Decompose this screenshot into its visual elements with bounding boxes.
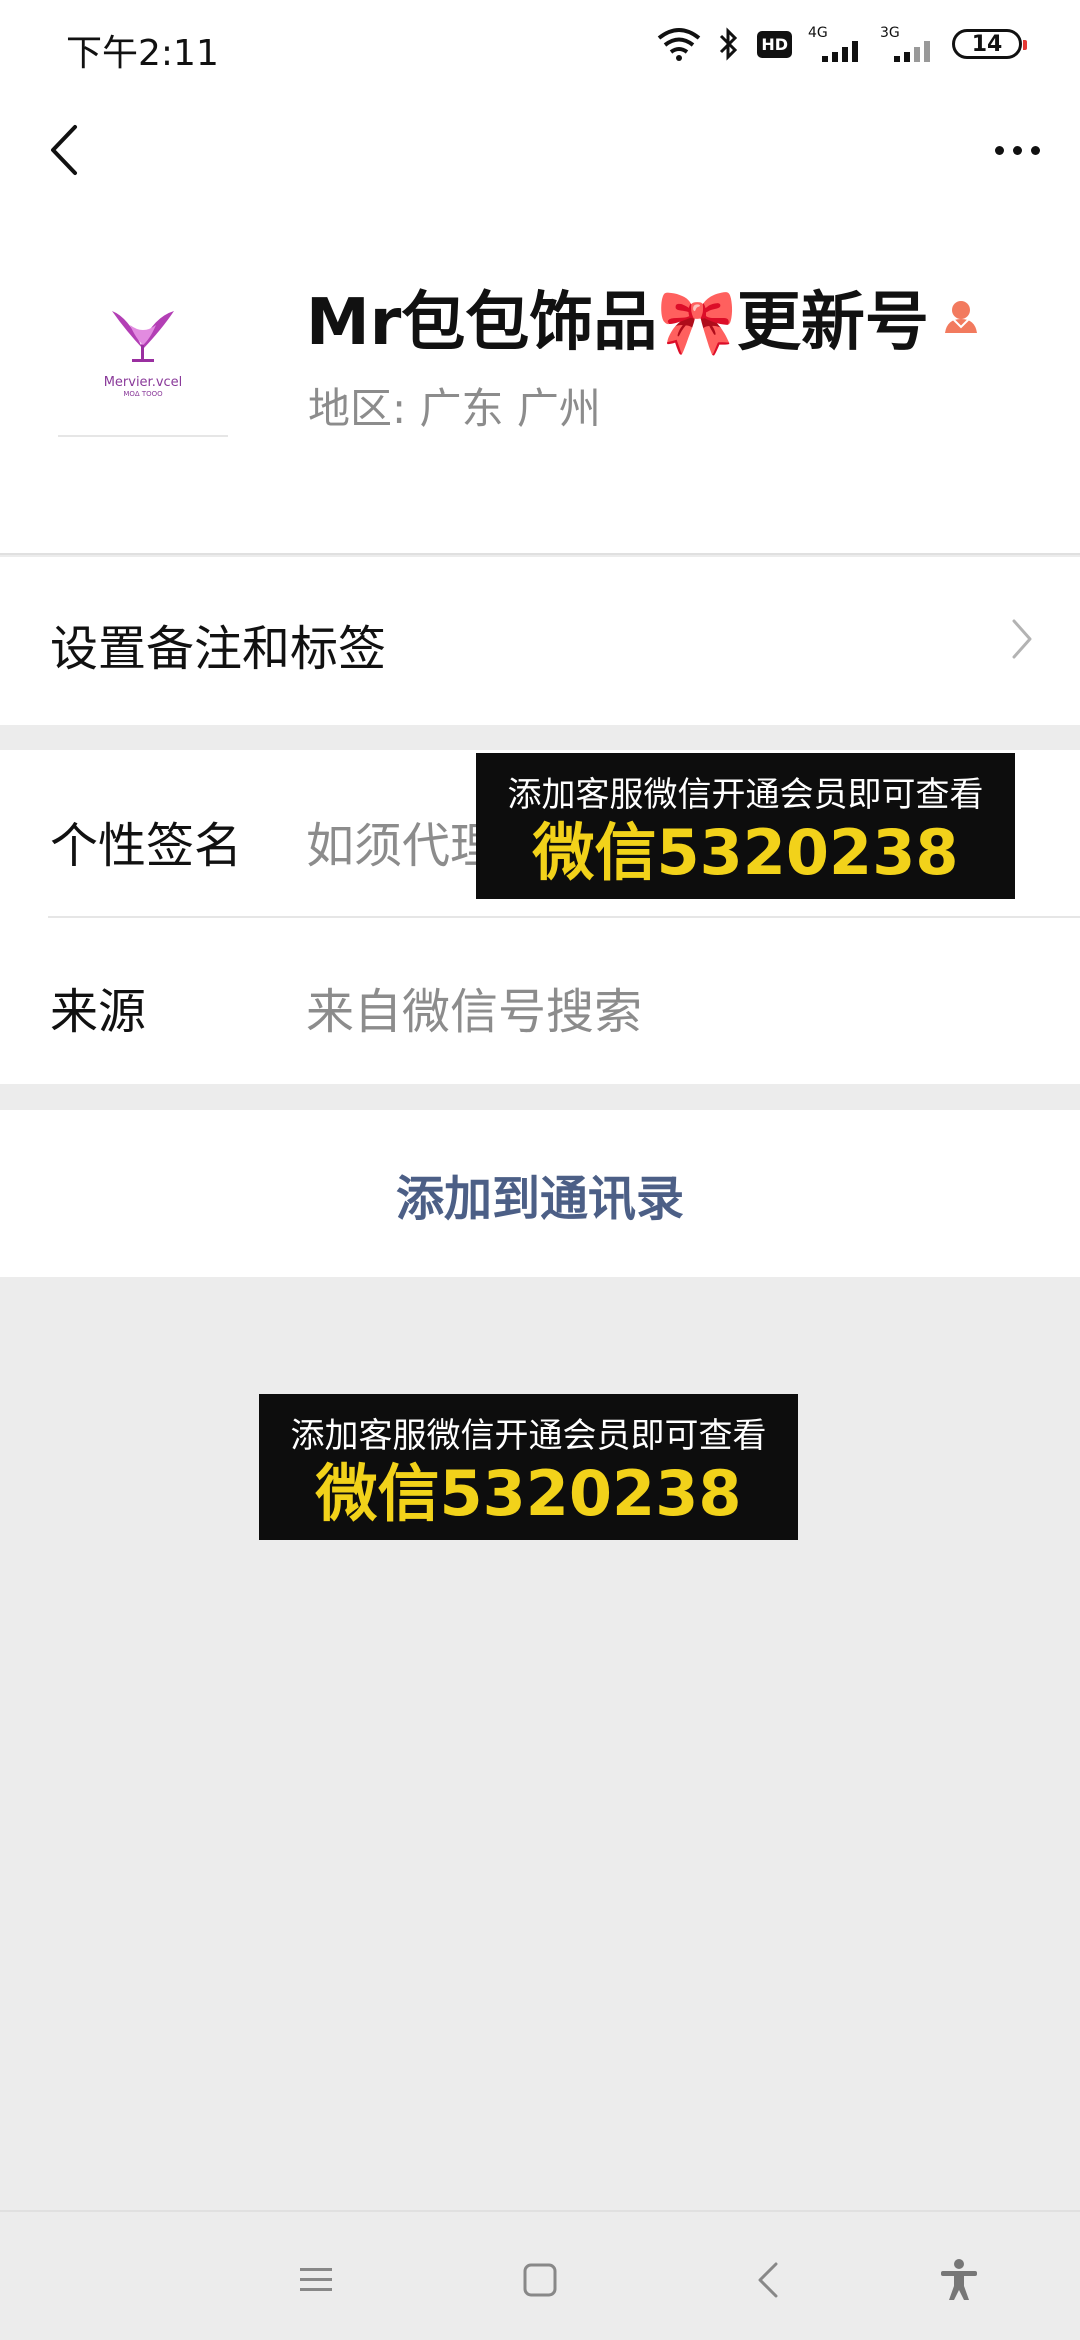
back-button[interactable] [34,115,94,185]
battery-indicator: 14 [952,29,1027,59]
martini-logo-icon [112,310,174,362]
source-value: 来自微信号搜索 [306,984,643,1040]
system-nav-bar [0,2210,1080,2340]
promo-banner-wechat-id: 微信5320238 [532,816,959,889]
bluetooth-icon [717,26,741,62]
nav-home-button[interactable] [510,2252,570,2308]
promo-banner-middle: 添加客服微信开通会员即可查看 微信5320238 [259,1394,798,1540]
back-arrow-icon [51,125,77,175]
region-text: 地区: 广东 广州 [308,384,601,433]
more-options-button[interactable] [982,120,1052,180]
signal-3g-icon: 3G [880,26,936,62]
more-dots-icon [994,145,1004,155]
signal-4g-icon: 4G [808,26,864,62]
chevron-right-icon [1010,617,1034,665]
promo-banner-text: 添加客服微信开通会员即可查看 [290,1416,767,1456]
home-square-icon [523,2263,557,2297]
promo-banner-top: 添加客服微信开通会员即可查看 微信5320238 [476,753,1015,899]
nav-back-button[interactable] [738,2252,798,2308]
network-4g-label: 4G [808,25,828,41]
more-dots-icon [1030,145,1040,155]
avatar[interactable]: Mervier.vcel ΜΟΔ ΤΟΟΟ [58,267,228,437]
avatar-logo-text: Mervier.vcel [103,374,183,390]
female-gender-icon [941,297,981,341]
set-remark-tags-row[interactable]: 设置备注和标签 [0,557,1080,725]
more-dots-icon [1012,145,1022,155]
status-bar: 下午2:11 HD 4G 3G 14 [0,0,1080,95]
menu-icon [300,2268,332,2291]
avatar-logo-subtext: ΜΟΔ ΤΟΟΟ [123,389,163,398]
nav-menu-button[interactable] [286,2252,346,2308]
network-3g-label: 3G [880,25,900,41]
accessibility-icon [941,2259,977,2300]
profile-header: Mervier.vcel ΜΟΔ ΤΟΟΟ Mr包包饰品🎀更新号 地区: 广东 … [0,205,1080,555]
top-nav-bar [0,95,1080,205]
status-time: 下午2:11 [66,33,219,74]
hd-badge: HD [757,30,792,58]
promo-banner-text: 添加客服微信开通会员即可查看 [507,775,984,815]
divider [48,916,1080,918]
nickname-row: Mr包包饰品🎀更新号 [306,271,981,363]
set-remark-tags-label: 设置备注和标签 [50,621,387,677]
wifi-icon [657,26,701,62]
status-icons: HD 4G 3G 14 [657,26,1027,62]
add-to-contacts-label: 添加到通讯录 [395,1170,684,1227]
source-label: 来源 [50,984,147,1040]
promo-banner-wechat-id: 微信5320238 [315,1457,742,1530]
add-to-contacts-button[interactable]: 添加到通讯录 [0,1110,1080,1277]
back-triangle-icon [758,2262,778,2298]
nickname: Mr包包饰品🎀更新号 [306,286,929,360]
nav-accessibility-button[interactable] [929,2252,989,2308]
signature-value: 如须代理 [306,818,499,874]
signature-label: 个性签名 [50,818,243,874]
